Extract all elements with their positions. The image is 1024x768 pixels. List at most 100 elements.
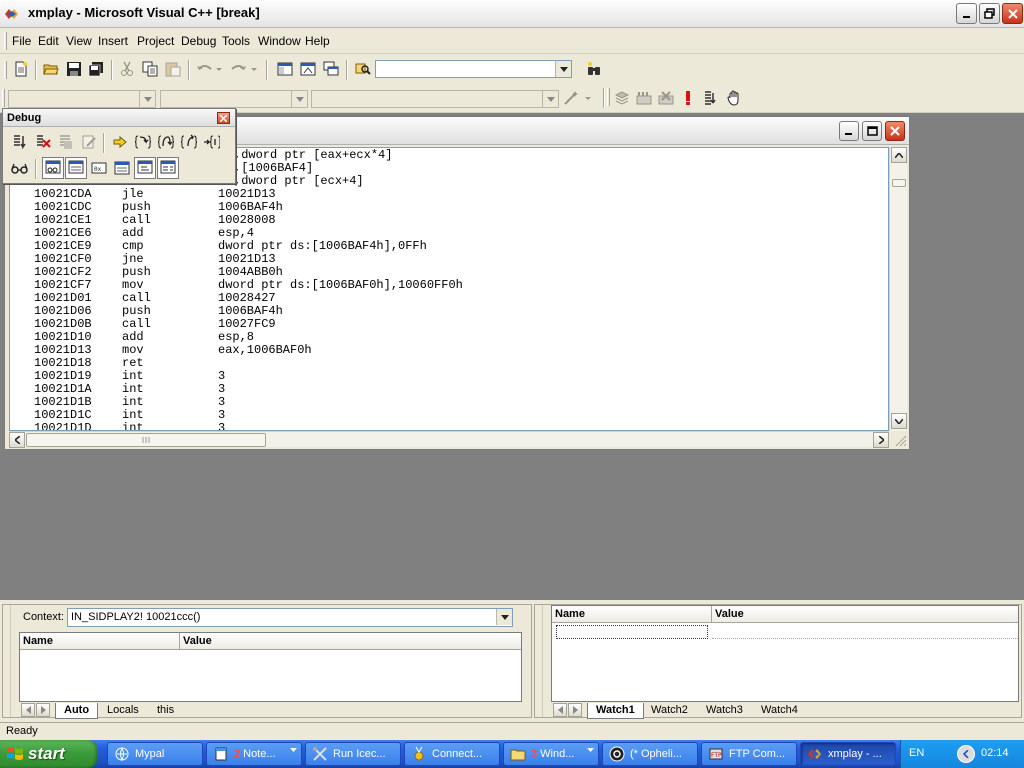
menu-project[interactable]: Project [137,34,174,48]
class-combo-dropdown[interactable] [139,91,155,107]
disassembly-close-button[interactable] [885,121,905,141]
build-button[interactable] [633,87,655,109]
menu-view[interactable]: View [66,34,92,48]
restore-button[interactable] [979,3,1000,24]
task-windows-explorer-group[interactable]: 3 Wind... [503,742,599,766]
context-combo[interactable]: IN_SIDPLAY2! 10021ccc() [67,608,513,627]
show-next-statement-button[interactable] [109,131,131,153]
find-button[interactable] [583,58,605,80]
members-combo[interactable] [311,90,559,108]
run-to-cursor-button[interactable] [201,131,223,153]
watch-new-entry-cell[interactable] [556,625,708,639]
tab-watch2[interactable]: Watch2 [643,703,696,719]
task-ophelia[interactable]: (* Opheli... [602,742,698,766]
tab-scroll-left[interactable] [553,703,567,717]
toolbar-grip[interactable] [2,89,5,107]
task-run-icecast[interactable]: Run Icec... [305,742,401,766]
compile-button[interactable] [611,87,633,109]
vertical-scroll-thumb[interactable] [892,179,906,187]
cut-button[interactable] [116,58,138,80]
stop-build-button[interactable] [655,87,677,109]
disassembly-code-view[interactable]: ,dword ptr [eax+ecx*4] ,[1006BAF4] ,dword … [9,147,889,431]
pane-grip[interactable] [3,605,11,717]
execute-button[interactable] [677,87,699,109]
copy-button[interactable] [139,58,161,80]
window-list-button[interactable] [320,58,342,80]
stop-debugging-button[interactable] [32,131,54,153]
find-combo[interactable] [375,60,572,78]
wizard-actions-button[interactable] [562,87,596,109]
filter-combo[interactable] [160,90,308,108]
start-button[interactable]: start [0,740,98,768]
language-indicator[interactable]: EN [909,747,924,759]
menu-tools[interactable]: Tools [222,34,250,48]
menu-insert[interactable]: Insert [98,34,128,48]
toolbar-grip[interactable] [607,88,610,106]
scroll-down-button[interactable] [891,413,907,429]
menu-window[interactable]: Window [258,34,301,48]
save-button[interactable] [63,58,85,80]
menu-debug[interactable]: Debug [181,34,216,48]
variables-window-button[interactable] [65,157,87,179]
variables-col-name[interactable]: Name [20,633,180,650]
menu-help[interactable]: Help [305,34,330,48]
registers-window-button[interactable]: 0x [88,157,110,179]
debug-toolbar-close-button[interactable] [217,112,230,124]
workspace-button[interactable] [274,58,296,80]
watch-grid[interactable]: Name Value [551,605,1019,702]
redo-button[interactable] [229,58,259,80]
minimize-button[interactable] [956,3,977,24]
clock[interactable]: 02:14 [981,747,1009,759]
debug-toolbar-title-bar[interactable]: Debug [3,109,235,127]
output-button[interactable] [297,58,319,80]
tab-scroll-right[interactable] [36,703,50,717]
task-connect[interactable]: Connect... [404,742,500,766]
disassembly-vertical-scrollbar[interactable] [889,147,907,431]
tab-locals[interactable]: Locals [99,703,147,719]
step-into-button[interactable] [132,131,154,153]
task-xmplay-visual-cpp[interactable]: xmplay - ... [800,742,896,766]
breakpoint-button[interactable] [723,87,745,109]
task-mypal[interactable]: Mypal [107,742,203,766]
watch-window-button[interactable] [42,157,64,179]
memory-window-button[interactable] [111,157,133,179]
scroll-left-button[interactable] [9,432,25,448]
new-text-file-button[interactable] [10,58,32,80]
class-combo[interactable] [8,90,156,108]
watch-col-value[interactable]: Value [712,606,1018,623]
open-button[interactable] [40,58,62,80]
tab-watch3[interactable]: Watch3 [698,703,751,719]
disassembly-button[interactable] [157,157,179,179]
watch-col-name[interactable]: Name [552,606,712,623]
call-stack-button[interactable] [134,157,156,179]
disassembly-minimize-button[interactable] [839,121,859,141]
filter-combo-dropdown[interactable] [291,91,307,107]
find-combo-dropdown[interactable] [555,61,571,77]
quickwatch-button[interactable] [9,157,31,179]
scroll-right-button[interactable] [873,432,889,448]
variables-grid[interactable]: Name Value [19,632,522,702]
show-hidden-icons-button[interactable] [957,745,975,763]
undo-button[interactable] [194,58,224,80]
disassembly-maximize-button[interactable] [862,121,882,141]
context-combo-dropdown[interactable] [496,609,512,625]
find-in-files-button[interactable] [352,58,374,80]
menu-file[interactable]: File [12,34,31,48]
size-grip[interactable] [893,433,907,447]
scroll-up-button[interactable] [891,147,907,163]
task-ftp-commander[interactable]: FTP FTP Com... [701,742,797,766]
paste-button[interactable] [162,58,184,80]
toolbar-grip[interactable] [4,61,7,79]
pane-grip[interactable] [535,605,543,717]
tab-this[interactable]: this [149,703,182,719]
menu-edit[interactable]: Edit [38,34,59,48]
tab-scroll-left[interactable] [21,703,35,717]
disassembly-horizontal-scrollbar[interactable] [9,431,889,448]
step-over-button[interactable] [155,131,177,153]
save-all-button[interactable] [85,58,107,80]
step-out-button[interactable] [178,131,200,153]
break-execution-button[interactable] [55,131,77,153]
go-button[interactable] [700,87,722,109]
members-combo-dropdown[interactable] [542,91,558,107]
tab-watch1[interactable]: Watch1 [587,703,644,719]
